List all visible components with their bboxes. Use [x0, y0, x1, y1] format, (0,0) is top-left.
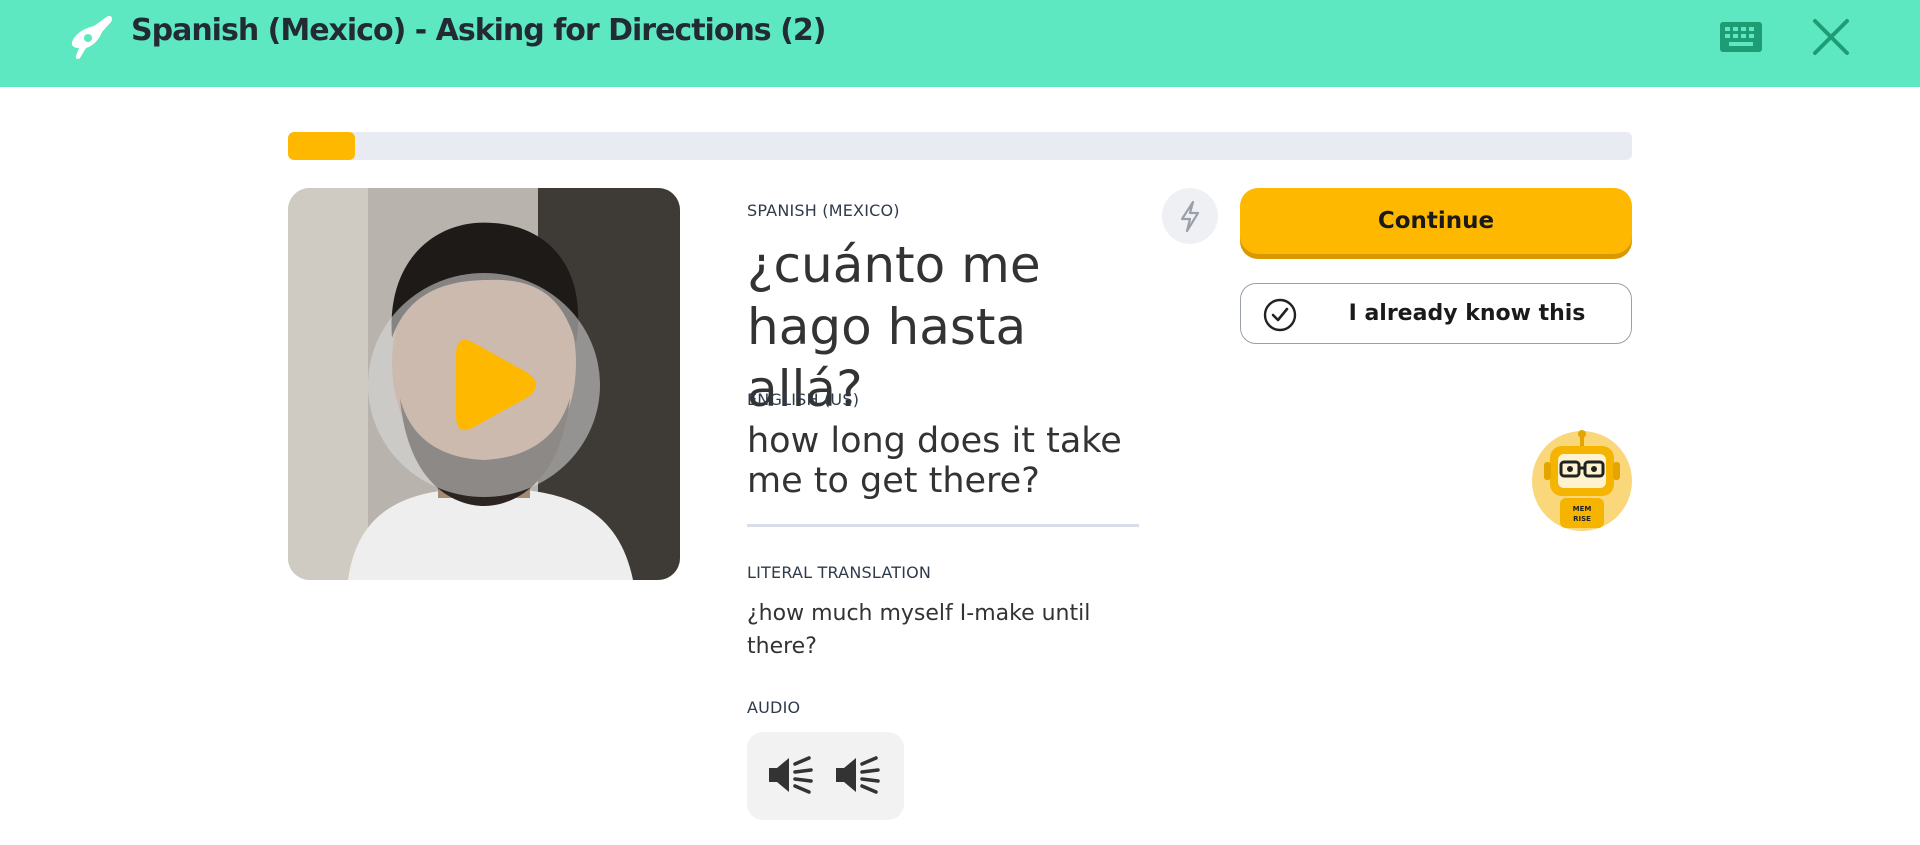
memrise-logo-icon	[71, 15, 112, 60]
speaker-icon[interactable]	[832, 752, 884, 798]
progress-bar	[288, 132, 1632, 160]
already-know-label: I already know this	[1348, 301, 1586, 326]
video-player[interactable]	[288, 188, 680, 580]
robot-mascot-icon[interactable]: MEM RISE	[1530, 428, 1634, 534]
keyboard-icon[interactable]	[1718, 18, 1764, 56]
continue-button[interactable]: Continue	[1240, 188, 1632, 254]
audio-label: AUDIO	[747, 698, 801, 717]
literal-translation: ¿how much myself I-make until there?	[747, 597, 1127, 663]
lesson-title: Spanish (Mexico) - Asking for Directions…	[131, 13, 826, 48]
english-translation: how long does it take me to get there?	[747, 421, 1147, 501]
translation-line-2: me to get there?	[747, 461, 1040, 501]
close-icon[interactable]	[1810, 16, 1852, 58]
progress-fill	[288, 132, 356, 160]
divider	[747, 524, 1139, 527]
play-button[interactable]	[368, 273, 600, 498]
speed-review-button[interactable]	[1162, 188, 1218, 244]
speaker-icon[interactable]	[765, 752, 817, 798]
literal-line-2: there?	[747, 634, 817, 659]
audio-controls	[747, 732, 904, 820]
check-circle-icon	[1263, 298, 1297, 332]
already-know-button[interactable]: I already know this	[1240, 283, 1632, 344]
literal-line-1: ¿how much myself I-make until	[747, 601, 1091, 626]
svg-text:RISE: RISE	[1573, 515, 1591, 523]
phrase-line-1: ¿cuánto me	[747, 236, 1041, 294]
target-language-label: ENGLISH (US)	[747, 390, 860, 409]
literal-translation-label: LITERAL TRANSLATION	[747, 563, 932, 582]
svg-text:MEM: MEM	[1573, 505, 1592, 513]
lightning-icon	[1180, 200, 1200, 233]
translation-line-1: how long does it take	[747, 421, 1122, 461]
source-language-label: SPANISH (MEXICO)	[747, 201, 900, 220]
top-bar: Spanish (Mexico) - Asking for Directions…	[0, 0, 1920, 87]
